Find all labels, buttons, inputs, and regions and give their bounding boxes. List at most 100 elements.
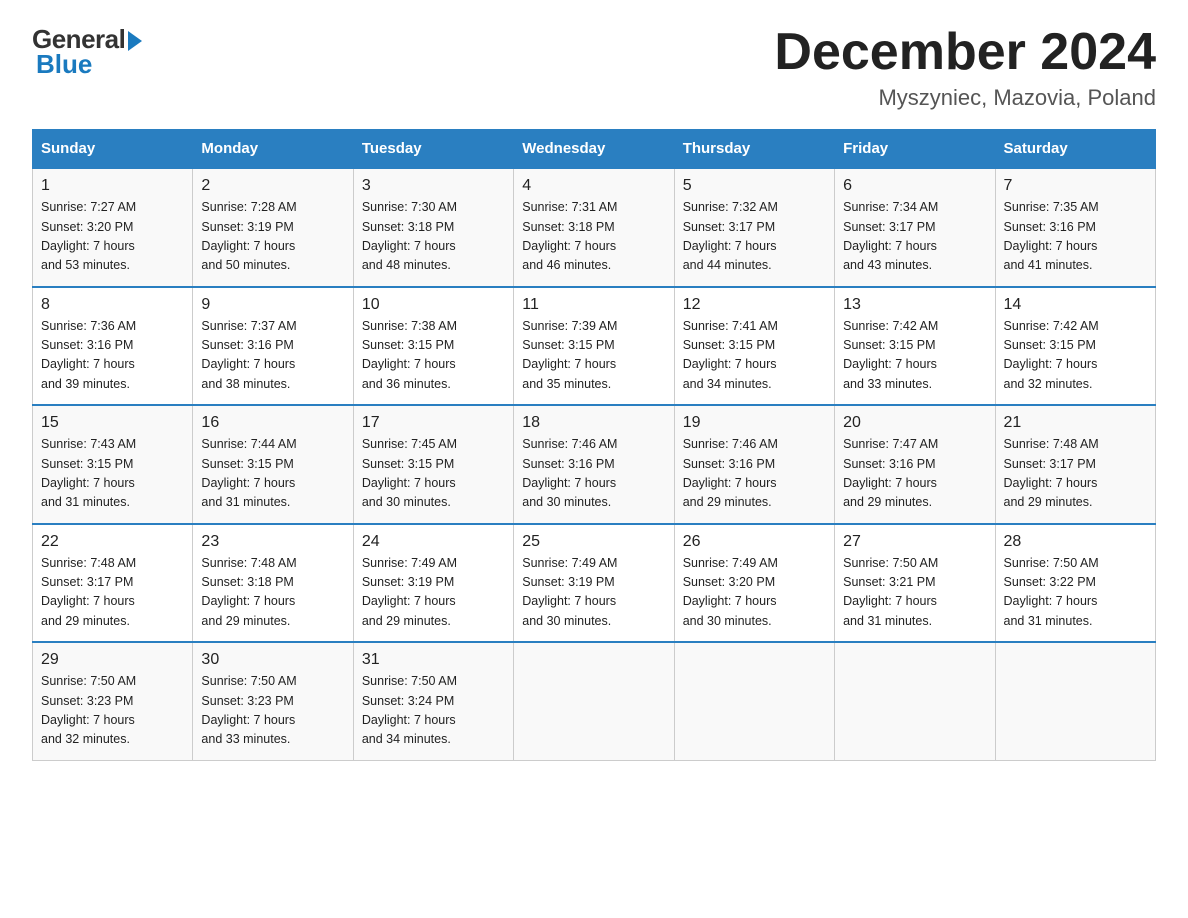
calendar-cell: 11 Sunrise: 7:39 AM Sunset: 3:15 PM Dayl…: [514, 287, 674, 406]
col-friday: Friday: [835, 130, 995, 169]
day-number: 20: [843, 414, 986, 432]
day-number: 21: [1004, 414, 1147, 432]
calendar-cell: 14 Sunrise: 7:42 AM Sunset: 3:15 PM Dayl…: [995, 287, 1155, 406]
day-info: Sunrise: 7:30 AM Sunset: 3:18 PM Dayligh…: [362, 198, 505, 276]
day-info: Sunrise: 7:38 AM Sunset: 3:15 PM Dayligh…: [362, 317, 505, 395]
day-number: 22: [41, 533, 184, 551]
calendar-cell: 17 Sunrise: 7:45 AM Sunset: 3:15 PM Dayl…: [353, 405, 513, 524]
logo-blue-text: Blue: [36, 49, 92, 80]
day-info: Sunrise: 7:42 AM Sunset: 3:15 PM Dayligh…: [843, 317, 986, 395]
day-number: 14: [1004, 296, 1147, 314]
day-info: Sunrise: 7:43 AM Sunset: 3:15 PM Dayligh…: [41, 435, 184, 513]
week-row-1: 1 Sunrise: 7:27 AM Sunset: 3:20 PM Dayli…: [33, 168, 1156, 287]
calendar-cell: 29 Sunrise: 7:50 AM Sunset: 3:23 PM Dayl…: [33, 642, 193, 760]
day-number: 16: [201, 414, 344, 432]
day-number: 3: [362, 177, 505, 195]
day-info: Sunrise: 7:50 AM Sunset: 3:22 PM Dayligh…: [1004, 554, 1147, 632]
week-row-5: 29 Sunrise: 7:50 AM Sunset: 3:23 PM Dayl…: [33, 642, 1156, 760]
day-info: Sunrise: 7:50 AM Sunset: 3:23 PM Dayligh…: [201, 672, 344, 750]
col-tuesday: Tuesday: [353, 130, 513, 169]
day-info: Sunrise: 7:50 AM Sunset: 3:23 PM Dayligh…: [41, 672, 184, 750]
calendar-cell: 8 Sunrise: 7:36 AM Sunset: 3:16 PM Dayli…: [33, 287, 193, 406]
calendar-cell: 7 Sunrise: 7:35 AM Sunset: 3:16 PM Dayli…: [995, 168, 1155, 287]
day-number: 18: [522, 414, 665, 432]
day-number: 31: [362, 651, 505, 669]
calendar-cell: 21 Sunrise: 7:48 AM Sunset: 3:17 PM Dayl…: [995, 405, 1155, 524]
calendar-cell: 12 Sunrise: 7:41 AM Sunset: 3:15 PM Dayl…: [674, 287, 834, 406]
calendar-header: Sunday Monday Tuesday Wednesday Thursday…: [33, 130, 1156, 169]
col-wednesday: Wednesday: [514, 130, 674, 169]
logo-arrow-icon: [128, 31, 142, 51]
calendar-table: Sunday Monday Tuesday Wednesday Thursday…: [32, 129, 1156, 761]
week-row-4: 22 Sunrise: 7:48 AM Sunset: 3:17 PM Dayl…: [33, 524, 1156, 643]
day-info: Sunrise: 7:35 AM Sunset: 3:16 PM Dayligh…: [1004, 198, 1147, 276]
calendar-cell: 30 Sunrise: 7:50 AM Sunset: 3:23 PM Dayl…: [193, 642, 353, 760]
day-info: Sunrise: 7:49 AM Sunset: 3:19 PM Dayligh…: [362, 554, 505, 632]
day-number: 10: [362, 296, 505, 314]
logo: General Blue: [32, 24, 142, 80]
day-info: Sunrise: 7:47 AM Sunset: 3:16 PM Dayligh…: [843, 435, 986, 513]
col-sunday: Sunday: [33, 130, 193, 169]
calendar-cell: 31 Sunrise: 7:50 AM Sunset: 3:24 PM Dayl…: [353, 642, 513, 760]
month-year-title: December 2024: [774, 24, 1156, 81]
calendar-cell: 2 Sunrise: 7:28 AM Sunset: 3:19 PM Dayli…: [193, 168, 353, 287]
calendar-cell: 27 Sunrise: 7:50 AM Sunset: 3:21 PM Dayl…: [835, 524, 995, 643]
calendar-cell: 20 Sunrise: 7:47 AM Sunset: 3:16 PM Dayl…: [835, 405, 995, 524]
day-number: 11: [522, 296, 665, 314]
calendar-cell: 15 Sunrise: 7:43 AM Sunset: 3:15 PM Dayl…: [33, 405, 193, 524]
calendar-body: 1 Sunrise: 7:27 AM Sunset: 3:20 PM Dayli…: [33, 168, 1156, 760]
week-row-3: 15 Sunrise: 7:43 AM Sunset: 3:15 PM Dayl…: [33, 405, 1156, 524]
calendar-cell: 19 Sunrise: 7:46 AM Sunset: 3:16 PM Dayl…: [674, 405, 834, 524]
page-header: General Blue December 2024 Myszyniec, Ma…: [32, 24, 1156, 111]
calendar-cell: 9 Sunrise: 7:37 AM Sunset: 3:16 PM Dayli…: [193, 287, 353, 406]
day-number: 29: [41, 651, 184, 669]
day-info: Sunrise: 7:49 AM Sunset: 3:20 PM Dayligh…: [683, 554, 826, 632]
day-number: 12: [683, 296, 826, 314]
header-row: Sunday Monday Tuesday Wednesday Thursday…: [33, 130, 1156, 169]
calendar-cell: 22 Sunrise: 7:48 AM Sunset: 3:17 PM Dayl…: [33, 524, 193, 643]
calendar-cell: 26 Sunrise: 7:49 AM Sunset: 3:20 PM Dayl…: [674, 524, 834, 643]
day-number: 26: [683, 533, 826, 551]
day-info: Sunrise: 7:49 AM Sunset: 3:19 PM Dayligh…: [522, 554, 665, 632]
day-info: Sunrise: 7:48 AM Sunset: 3:18 PM Dayligh…: [201, 554, 344, 632]
day-number: 17: [362, 414, 505, 432]
calendar-cell: 6 Sunrise: 7:34 AM Sunset: 3:17 PM Dayli…: [835, 168, 995, 287]
title-section: December 2024 Myszyniec, Mazovia, Poland: [774, 24, 1156, 111]
day-info: Sunrise: 7:42 AM Sunset: 3:15 PM Dayligh…: [1004, 317, 1147, 395]
day-number: 24: [362, 533, 505, 551]
col-monday: Monday: [193, 130, 353, 169]
day-number: 27: [843, 533, 986, 551]
day-info: Sunrise: 7:48 AM Sunset: 3:17 PM Dayligh…: [41, 554, 184, 632]
calendar-cell: 28 Sunrise: 7:50 AM Sunset: 3:22 PM Dayl…: [995, 524, 1155, 643]
day-number: 4: [522, 177, 665, 195]
day-number: 15: [41, 414, 184, 432]
col-saturday: Saturday: [995, 130, 1155, 169]
calendar-cell: 10 Sunrise: 7:38 AM Sunset: 3:15 PM Dayl…: [353, 287, 513, 406]
day-number: 6: [843, 177, 986, 195]
day-info: Sunrise: 7:31 AM Sunset: 3:18 PM Dayligh…: [522, 198, 665, 276]
day-info: Sunrise: 7:39 AM Sunset: 3:15 PM Dayligh…: [522, 317, 665, 395]
calendar-cell: 23 Sunrise: 7:48 AM Sunset: 3:18 PM Dayl…: [193, 524, 353, 643]
col-thursday: Thursday: [674, 130, 834, 169]
day-info: Sunrise: 7:48 AM Sunset: 3:17 PM Dayligh…: [1004, 435, 1147, 513]
day-info: Sunrise: 7:45 AM Sunset: 3:15 PM Dayligh…: [362, 435, 505, 513]
day-number: 25: [522, 533, 665, 551]
day-info: Sunrise: 7:37 AM Sunset: 3:16 PM Dayligh…: [201, 317, 344, 395]
day-info: Sunrise: 7:28 AM Sunset: 3:19 PM Dayligh…: [201, 198, 344, 276]
day-info: Sunrise: 7:46 AM Sunset: 3:16 PM Dayligh…: [683, 435, 826, 513]
calendar-cell: 18 Sunrise: 7:46 AM Sunset: 3:16 PM Dayl…: [514, 405, 674, 524]
day-number: 13: [843, 296, 986, 314]
day-number: 1: [41, 177, 184, 195]
day-info: Sunrise: 7:36 AM Sunset: 3:16 PM Dayligh…: [41, 317, 184, 395]
day-info: Sunrise: 7:46 AM Sunset: 3:16 PM Dayligh…: [522, 435, 665, 513]
calendar-cell: 3 Sunrise: 7:30 AM Sunset: 3:18 PM Dayli…: [353, 168, 513, 287]
day-info: Sunrise: 7:27 AM Sunset: 3:20 PM Dayligh…: [41, 198, 184, 276]
calendar-cell: 25 Sunrise: 7:49 AM Sunset: 3:19 PM Dayl…: [514, 524, 674, 643]
calendar-cell: [674, 642, 834, 760]
calendar-cell: 5 Sunrise: 7:32 AM Sunset: 3:17 PM Dayli…: [674, 168, 834, 287]
day-number: 23: [201, 533, 344, 551]
calendar-cell: 16 Sunrise: 7:44 AM Sunset: 3:15 PM Dayl…: [193, 405, 353, 524]
calendar-cell: 24 Sunrise: 7:49 AM Sunset: 3:19 PM Dayl…: [353, 524, 513, 643]
location-subtitle: Myszyniec, Mazovia, Poland: [774, 85, 1156, 111]
day-number: 19: [683, 414, 826, 432]
